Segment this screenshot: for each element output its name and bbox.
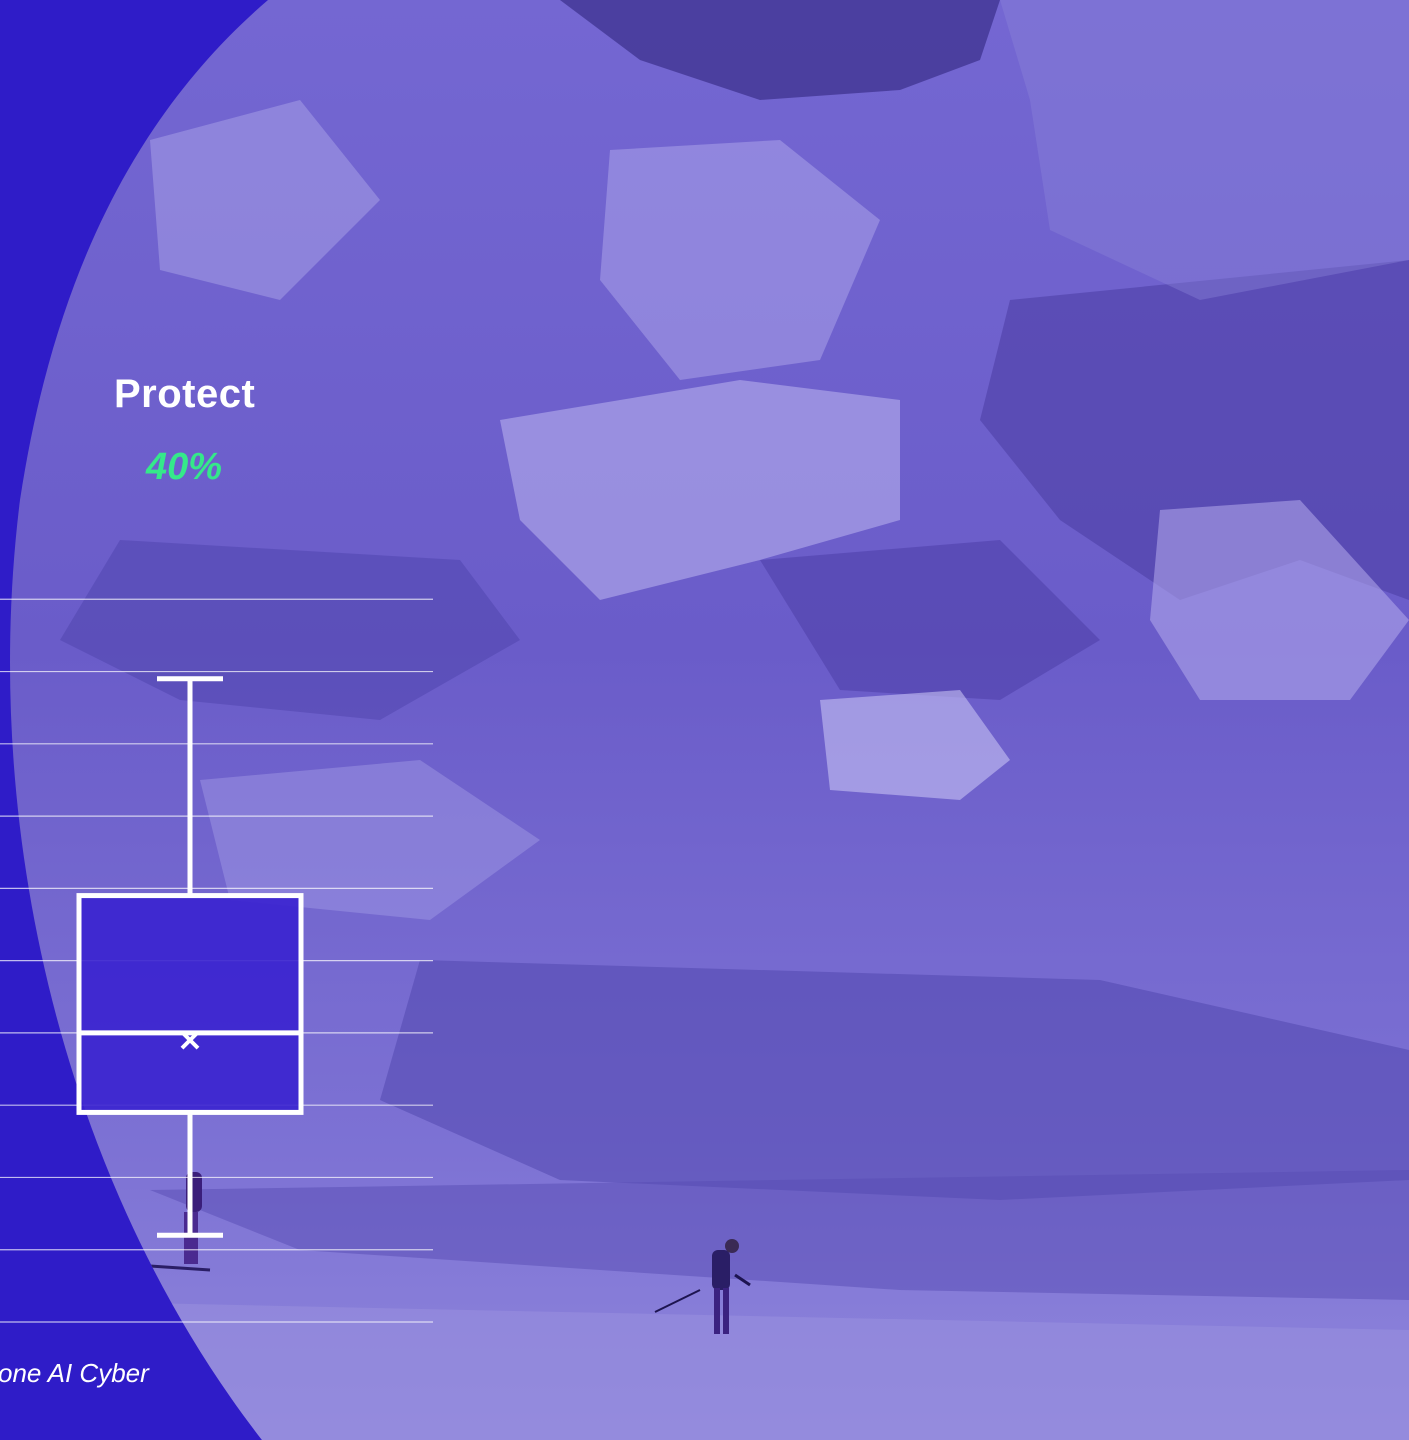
chart-canvas bbox=[0, 0, 1409, 1440]
chart-subtitle-value: 40% bbox=[146, 446, 223, 488]
iqr-box bbox=[76, 893, 304, 1115]
source-footer: one AI Cyber bbox=[0, 1358, 149, 1388]
chart-title: Protect bbox=[114, 372, 256, 416]
glacier-skier-photo bbox=[10, 0, 1409, 1440]
